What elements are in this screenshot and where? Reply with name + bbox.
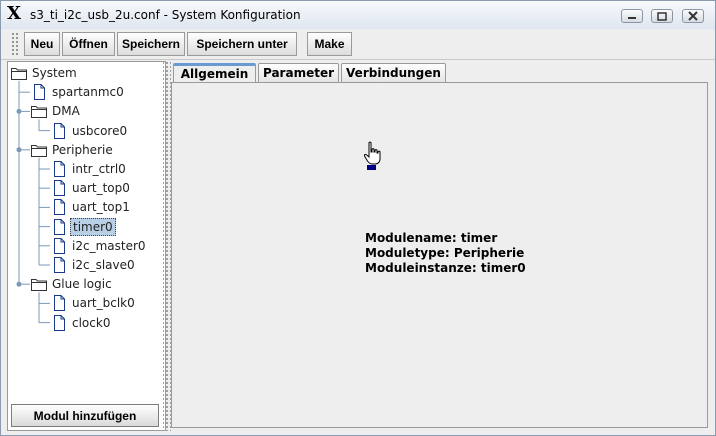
- folder-icon: [30, 103, 48, 119]
- main-window: X s3_ti_i2c_usb_2u.conf - System Konfigu…: [0, 0, 716, 436]
- file-icon: [50, 180, 68, 197]
- tree-item-label: intr_ctrl0: [72, 162, 126, 176]
- window-title: s3_ti_i2c_usb_2u.conf - System Konfigura…: [30, 8, 301, 22]
- file-icon: [30, 84, 48, 101]
- tree-item-label: System: [32, 66, 77, 80]
- file-icon: [50, 199, 68, 216]
- close-button[interactable]: [682, 9, 704, 23]
- module-type-text: Moduletype: Peripherie: [365, 246, 525, 260]
- minimize-icon: [628, 17, 636, 19]
- tab-parameters[interactable]: Parameter: [258, 63, 339, 82]
- tab-connections[interactable]: Verbindungen: [341, 63, 446, 82]
- toolbar: Neu Öffnen Speichern Speichern unter Mak…: [1, 29, 715, 60]
- open-button[interactable]: Öffnen: [62, 32, 115, 56]
- tree-item-label: timer0: [70, 217, 116, 236]
- tree-item-label: usbcore0: [72, 123, 128, 138]
- minimize-button[interactable]: [621, 9, 643, 23]
- file-icon: [50, 237, 68, 254]
- tree-item-label: Glue logic: [52, 277, 112, 292]
- maximize-button[interactable]: [651, 9, 673, 23]
- folder-icon: [30, 142, 48, 158]
- file-icon: [50, 295, 68, 312]
- file-icon: [50, 122, 68, 139]
- x11-logo-icon: X: [7, 3, 21, 24]
- tree-item-label: spartanmc0: [52, 85, 124, 100]
- hand-cursor-icon: [363, 141, 381, 170]
- tree-item-label: uart_bclk0: [72, 296, 135, 311]
- make-button[interactable]: Make: [307, 32, 352, 56]
- save-button[interactable]: Speichern: [117, 32, 185, 56]
- maximize-icon: [657, 12, 667, 21]
- module-instance-text: Moduleinstanze: timer0: [365, 261, 526, 275]
- tree-item-label: Peripherie: [52, 142, 113, 157]
- tree-item-label: clock0: [72, 315, 111, 330]
- new-button[interactable]: Neu: [24, 32, 60, 56]
- tab-general[interactable]: Allgemein: [173, 63, 256, 84]
- add-module-button[interactable]: Modul hinzufügen: [11, 404, 159, 427]
- toolbar-grip-icon[interactable]: [11, 32, 19, 56]
- file-icon: [50, 161, 68, 177]
- close-icon: [688, 11, 698, 21]
- title-bar[interactable]: X s3_ti_i2c_usb_2u.conf - System Konfigu…: [1, 1, 715, 30]
- tree-item-label: uart_top0: [72, 181, 130, 196]
- tree-item-label: i2c_slave0: [72, 258, 135, 272]
- folder-icon: [30, 276, 48, 292]
- tree-item-label: DMA: [52, 104, 80, 119]
- tree-item-label: i2c_master0: [72, 238, 146, 253]
- module-info: Modulename: timer Moduletype: Peripherie…: [365, 231, 526, 276]
- file-icon: [50, 218, 68, 235]
- module-name-text: Modulename: timer: [365, 231, 498, 245]
- tree-item-label: uart_top1: [72, 200, 130, 215]
- file-icon: [50, 314, 68, 331]
- folder-icon: [10, 65, 28, 81]
- file-icon: [50, 257, 68, 273]
- split-pane-divider[interactable]: [163, 61, 171, 431]
- module-tree-panel: System spartanmc0 DMA usbcore0 Peripherie int…: [7, 61, 166, 431]
- save-as-button[interactable]: Speichern unter: [187, 32, 297, 56]
